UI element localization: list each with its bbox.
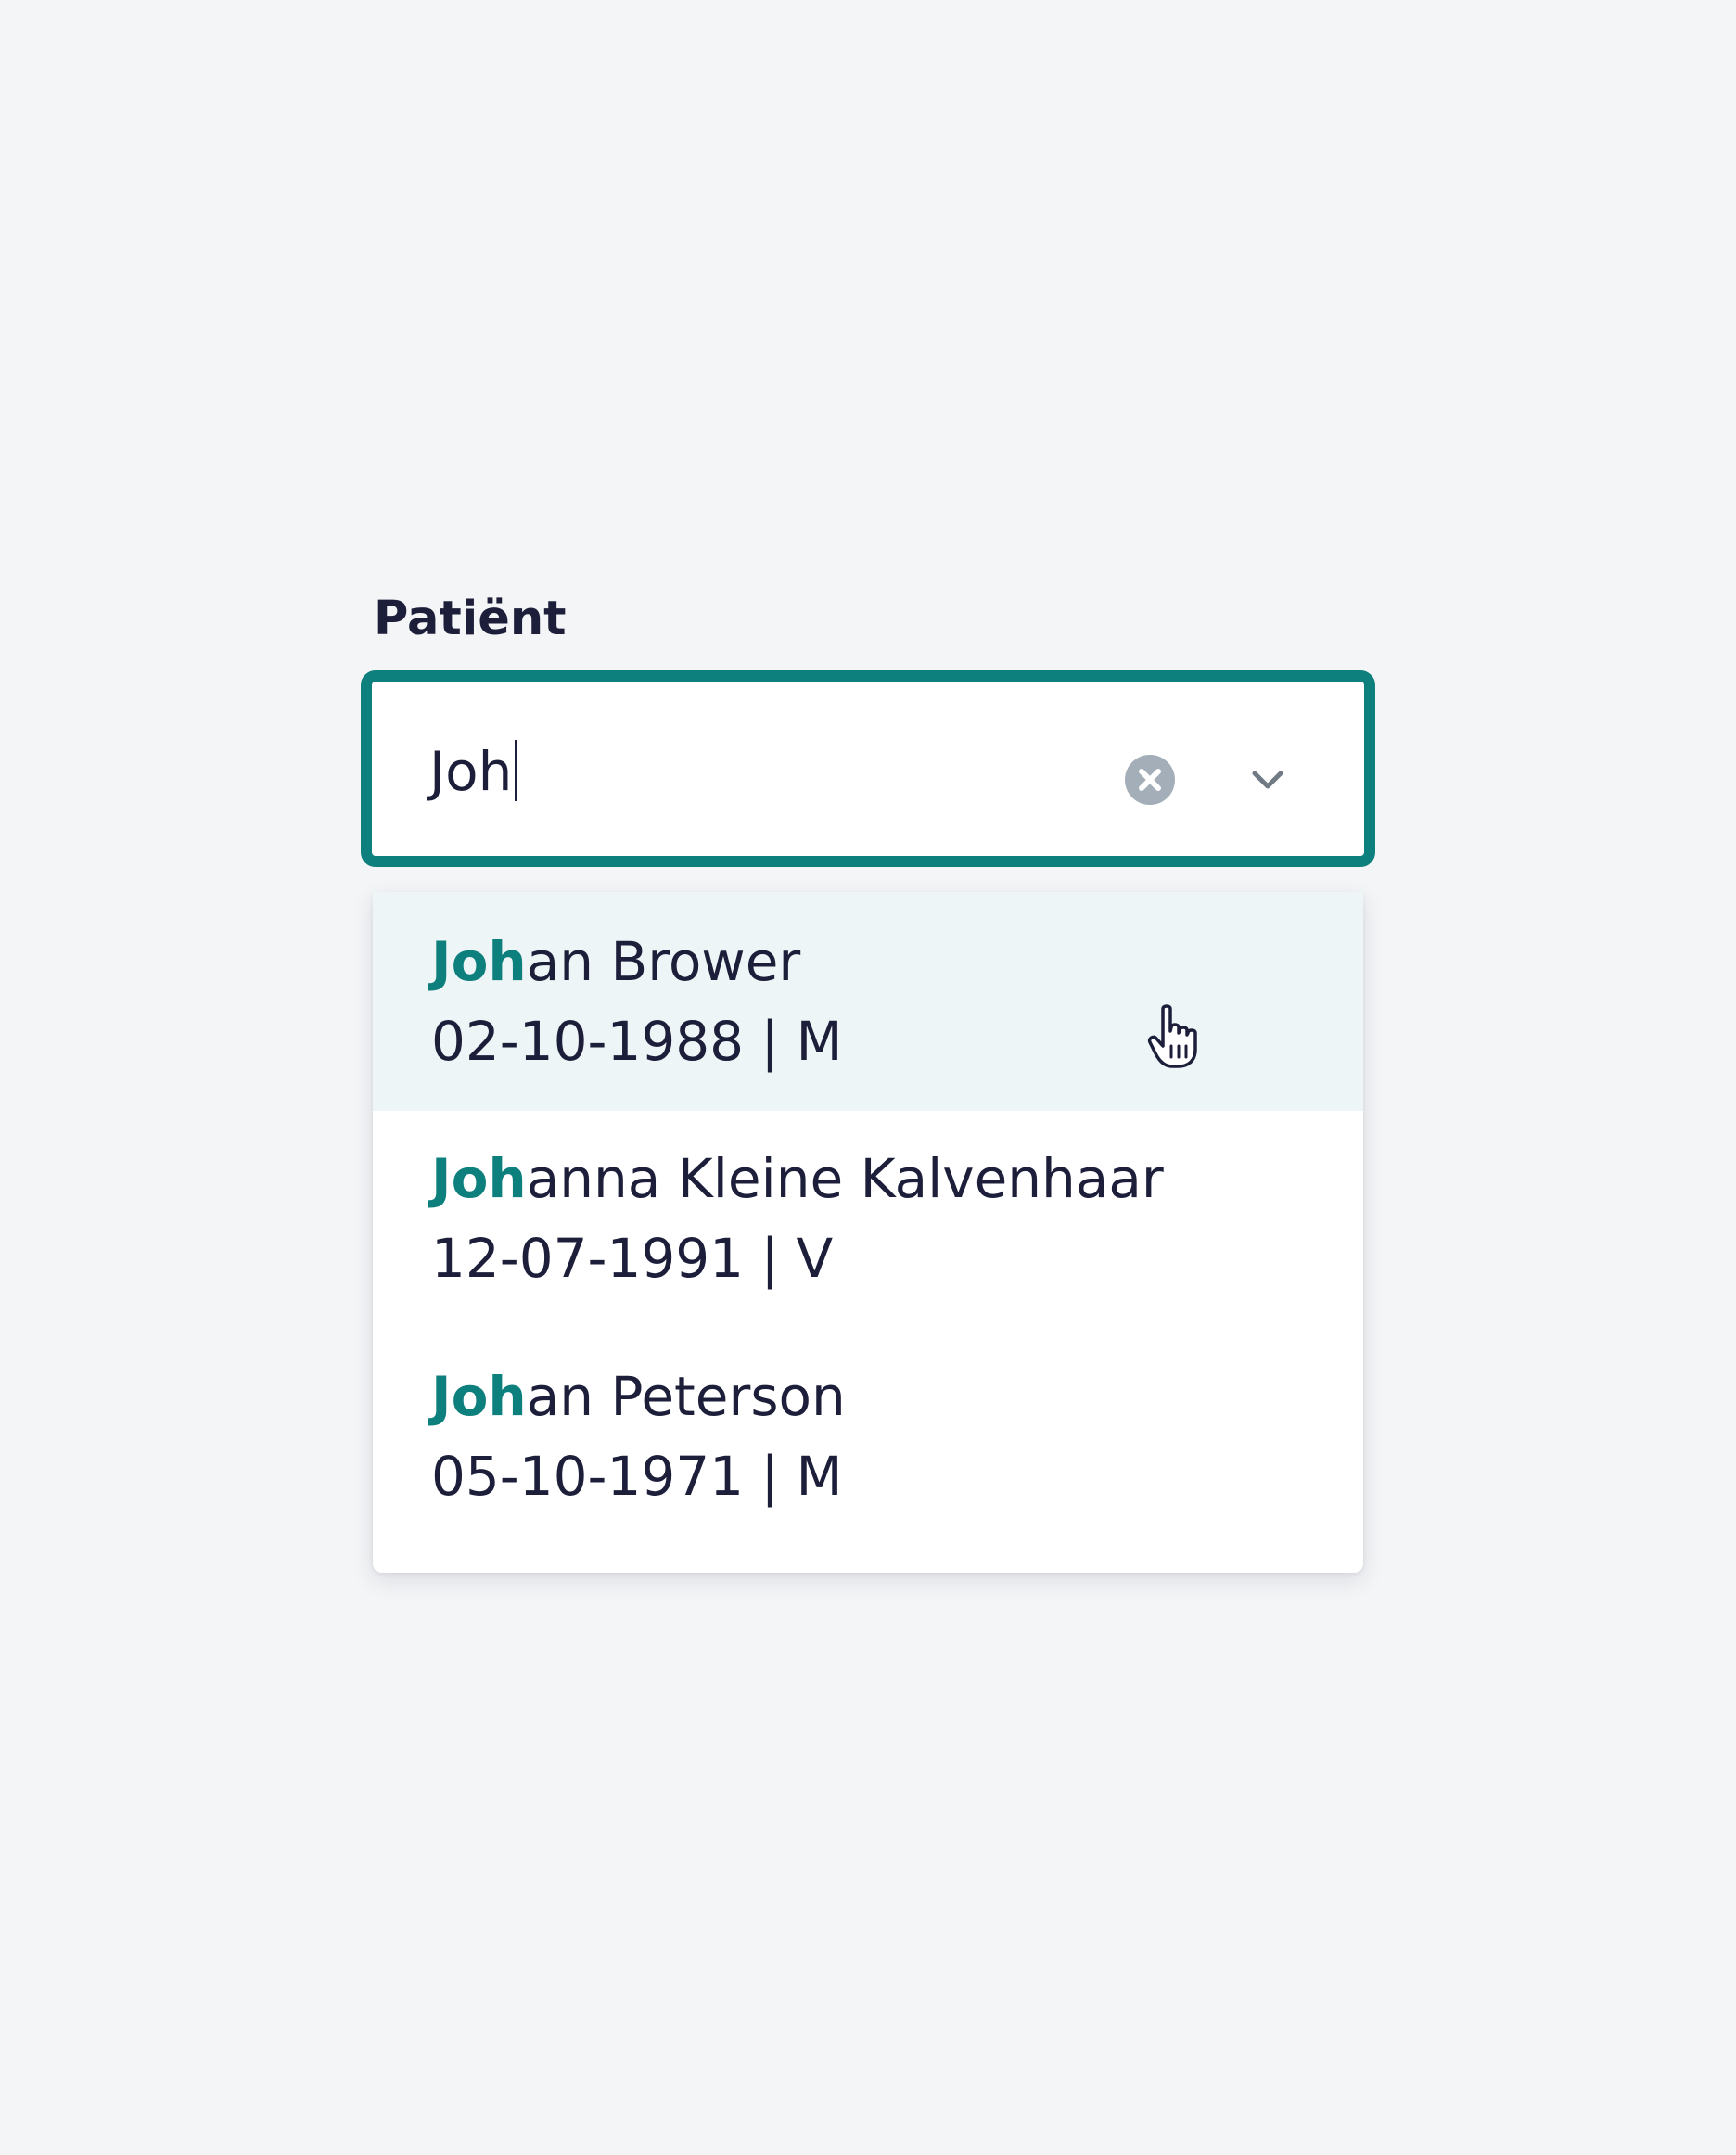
option-name-rest: an Brower [526, 930, 801, 993]
option-name-rest: anna Kleine Kalvenhaar [526, 1147, 1164, 1210]
option-name-match: Joh [431, 1365, 527, 1428]
option-meta: 12-07-1991 | V [431, 1227, 834, 1290]
option-name: Johan Brower [431, 929, 800, 994]
option-meta: 05-10-1971 | M [431, 1445, 843, 1508]
option-item[interactable]: Johan Brower 02-10-1988 | M [373, 892, 1363, 1111]
patient-combobox[interactable]: Joh [361, 670, 1375, 867]
dropdown-toggle[interactable] [1249, 763, 1286, 797]
search-value: Joh [429, 740, 513, 803]
text-caret [515, 740, 518, 801]
close-circle-icon [1125, 755, 1175, 805]
option-name: Johanna Kleine Kalvenhaar [431, 1146, 1164, 1211]
option-meta: 02-10-1988 | M [431, 1010, 843, 1073]
clear-icon[interactable] [1125, 755, 1175, 805]
option-name-match: Joh [431, 1147, 527, 1210]
option-item[interactable]: Johanna Kleine Kalvenhaar 12-07-1991 | V [373, 1111, 1363, 1329]
option-item[interactable]: Johan Peterson 05-10-1971 | M [373, 1329, 1363, 1573]
patient-options-list: Johan Brower 02-10-1988 | M Johanna Klei… [373, 892, 1363, 1573]
option-name-rest: an Peterson [526, 1365, 846, 1428]
option-name: Johan Peterson [431, 1364, 846, 1429]
chevron-down-icon [1252, 771, 1283, 789]
patient-search-input[interactable]: Joh [429, 739, 518, 804]
patient-field-label: Patiënt [374, 592, 567, 646]
option-name-match: Joh [431, 930, 527, 993]
hand-pointer-icon [1146, 1003, 1206, 1070]
